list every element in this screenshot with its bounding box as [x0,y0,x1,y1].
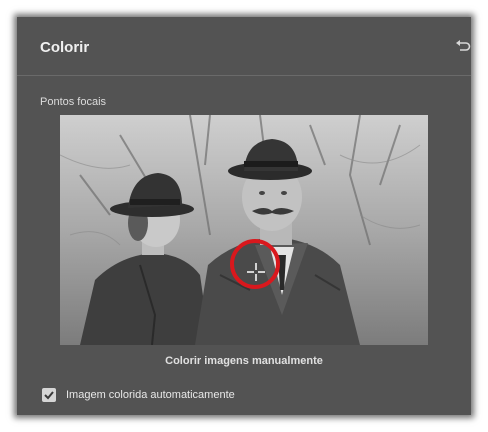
crosshair-icon [246,262,266,282]
auto-color-label: Imagem colorida automaticamente [66,389,235,401]
auto-color-option[interactable]: Imagem colorida automaticamente [42,387,235,403]
panel-title: Colorir [40,39,90,56]
checkmark-icon [44,391,54,400]
undo-arrow-icon[interactable] [455,39,471,55]
bw-photo-couple-image [60,115,428,345]
auto-color-checkbox[interactable] [42,388,56,402]
header-divider [17,75,471,76]
manual-colorize-caption: Colorir imagens manualmente [165,355,323,367]
colorize-panel: Colorir Pontos focais Colorir imagens ma… [17,17,471,415]
focal-points-photo[interactable] [60,115,428,345]
panel-header: Colorir [17,17,471,75]
focal-points-label: Pontos focais [40,96,107,108]
